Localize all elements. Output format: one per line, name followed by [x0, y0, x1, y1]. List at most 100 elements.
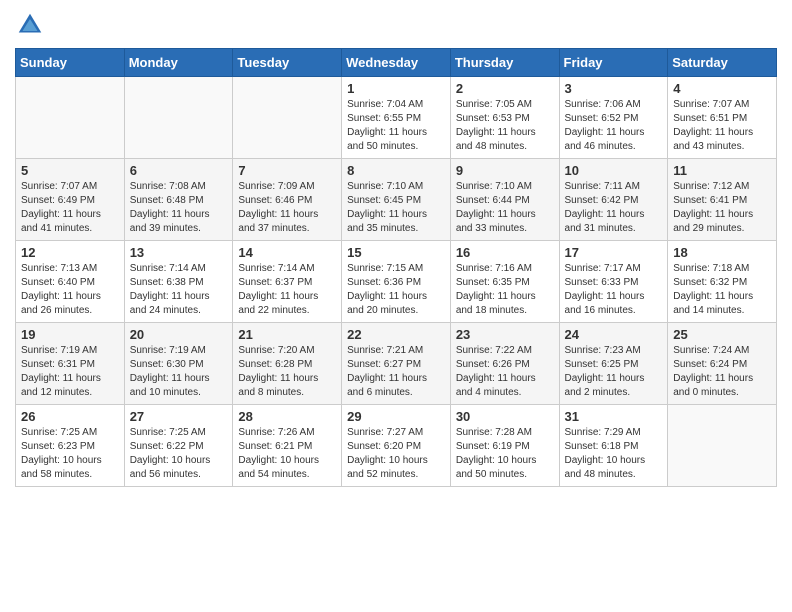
day-info: Sunrise: 7:21 AMSunset: 6:27 PMDaylight:…	[347, 344, 445, 400]
calendar-cell: 26 Sunrise: 7:25 AMSunset: 6:23 PMDayligh…	[16, 405, 125, 487]
calendar-cell: 28 Sunrise: 7:26 AMSunset: 6:21 PMDayligh…	[233, 405, 342, 487]
calendar-cell	[124, 77, 233, 159]
day-number: 21	[238, 327, 336, 342]
day-number: 22	[347, 327, 445, 342]
calendar-cell: 12Sunrise: 7:13 AMSunset: 6:40 PMDayligh…	[16, 241, 125, 323]
day-number: 27	[130, 409, 228, 424]
day-info: Sunrise: 7:08 AMSunset: 6:48 PMDaylight:…	[130, 180, 228, 236]
day-number: 20	[130, 327, 228, 342]
page-header	[15, 10, 777, 40]
day-number: 2	[456, 81, 554, 96]
day-info: Sunrise: 7:09 AMSunset: 6:46 PMDaylight:…	[238, 180, 336, 236]
day-number: 31	[565, 409, 663, 424]
calendar-cell: 21 Sunrise: 7:20 AMSunset: 6:28 PMDayligh…	[233, 323, 342, 405]
calendar-cell: 15 Sunrise: 7:15 AMSunset: 6:36 PMDayligh…	[342, 241, 451, 323]
col-header-wednesday: Wednesday	[342, 49, 451, 77]
calendar-cell	[16, 77, 125, 159]
calendar-cell: 4 Sunrise: 7:07 AMSunset: 6:51 PMDaylight…	[668, 77, 777, 159]
day-number: 28	[238, 409, 336, 424]
day-number: 16	[456, 245, 554, 260]
day-info: Sunrise: 7:29 AMSunset: 6:18 PMDaylight:…	[565, 426, 663, 482]
calendar-cell: 16 Sunrise: 7:16 AMSunset: 6:35 PMDayligh…	[450, 241, 559, 323]
calendar-cell: 20 Sunrise: 7:19 AMSunset: 6:30 PMDayligh…	[124, 323, 233, 405]
calendar-cell: 10 Sunrise: 7:11 AMSunset: 6:42 PMDayligh…	[559, 159, 668, 241]
calendar-cell: 2 Sunrise: 7:05 AMSunset: 6:53 PMDaylight…	[450, 77, 559, 159]
day-number: 11	[673, 163, 771, 178]
col-header-tuesday: Tuesday	[233, 49, 342, 77]
day-number: 18	[673, 245, 771, 260]
calendar-week-1: 1 Sunrise: 7:04 AMSunset: 6:55 PMDaylight…	[16, 77, 777, 159]
calendar-cell: 1 Sunrise: 7:04 AMSunset: 6:55 PMDaylight…	[342, 77, 451, 159]
day-number: 26	[21, 409, 119, 424]
calendar-cell: 24Sunrise: 7:23 AMSunset: 6:25 PMDayligh…	[559, 323, 668, 405]
day-number: 10	[565, 163, 663, 178]
calendar-table: SundayMondayTuesdayWednesdayThursdayFrid…	[15, 48, 777, 487]
day-info: Sunrise: 7:13 AMSunset: 6:40 PMDaylight:…	[21, 262, 119, 318]
day-info: Sunrise: 7:04 AMSunset: 6:55 PMDaylight:…	[347, 98, 445, 154]
day-number: 29	[347, 409, 445, 424]
calendar-cell: 6 Sunrise: 7:08 AMSunset: 6:48 PMDaylight…	[124, 159, 233, 241]
day-number: 23	[456, 327, 554, 342]
day-info: Sunrise: 7:23 AMSunset: 6:25 PMDaylight:…	[565, 344, 663, 400]
calendar-cell: 31 Sunrise: 7:29 AMSunset: 6:18 PMDayligh…	[559, 405, 668, 487]
calendar-cell: 23 Sunrise: 7:22 AMSunset: 6:26 PMDayligh…	[450, 323, 559, 405]
calendar-cell: 14 Sunrise: 7:14 AMSunset: 6:37 PMDayligh…	[233, 241, 342, 323]
calendar-week-2: 5 Sunrise: 7:07 AMSunset: 6:49 PMDaylight…	[16, 159, 777, 241]
day-info: Sunrise: 7:24 AMSunset: 6:24 PMDaylight:…	[673, 344, 771, 400]
day-info: Sunrise: 7:26 AMSunset: 6:21 PMDaylight:…	[238, 426, 336, 482]
day-number: 8	[347, 163, 445, 178]
day-number: 4	[673, 81, 771, 96]
day-number: 14	[238, 245, 336, 260]
calendar-cell: 19 Sunrise: 7:19 AMSunset: 6:31 PMDayligh…	[16, 323, 125, 405]
day-number: 1	[347, 81, 445, 96]
calendar-cell: 8 Sunrise: 7:10 AMSunset: 6:45 PMDaylight…	[342, 159, 451, 241]
calendar-cell: 18Sunrise: 7:18 AMSunset: 6:32 PMDayligh…	[668, 241, 777, 323]
day-number: 6	[130, 163, 228, 178]
day-number: 19	[21, 327, 119, 342]
day-info: Sunrise: 7:20 AMSunset: 6:28 PMDaylight:…	[238, 344, 336, 400]
day-info: Sunrise: 7:22 AMSunset: 6:26 PMDaylight:…	[456, 344, 554, 400]
day-info: Sunrise: 7:19 AMSunset: 6:30 PMDaylight:…	[130, 344, 228, 400]
calendar-cell: 11 Sunrise: 7:12 AMSunset: 6:41 PMDayligh…	[668, 159, 777, 241]
day-info: Sunrise: 7:14 AMSunset: 6:38 PMDaylight:…	[130, 262, 228, 318]
col-header-friday: Friday	[559, 49, 668, 77]
day-number: 9	[456, 163, 554, 178]
day-info: Sunrise: 7:10 AMSunset: 6:45 PMDaylight:…	[347, 180, 445, 236]
day-info: Sunrise: 7:15 AMSunset: 6:36 PMDaylight:…	[347, 262, 445, 318]
day-number: 17	[565, 245, 663, 260]
day-info: Sunrise: 7:14 AMSunset: 6:37 PMDaylight:…	[238, 262, 336, 318]
day-info: Sunrise: 7:19 AMSunset: 6:31 PMDaylight:…	[21, 344, 119, 400]
day-info: Sunrise: 7:12 AMSunset: 6:41 PMDaylight:…	[673, 180, 771, 236]
calendar-cell: 9Sunrise: 7:10 AMSunset: 6:44 PMDaylight…	[450, 159, 559, 241]
day-info: Sunrise: 7:25 AMSunset: 6:22 PMDaylight:…	[130, 426, 228, 482]
calendar-cell: 27 Sunrise: 7:25 AMSunset: 6:22 PMDayligh…	[124, 405, 233, 487]
calendar-week-4: 19 Sunrise: 7:19 AMSunset: 6:31 PMDayligh…	[16, 323, 777, 405]
day-info: Sunrise: 7:16 AMSunset: 6:35 PMDaylight:…	[456, 262, 554, 318]
logo	[15, 10, 49, 40]
calendar-cell	[233, 77, 342, 159]
day-number: 3	[565, 81, 663, 96]
col-header-sunday: Sunday	[16, 49, 125, 77]
day-number: 15	[347, 245, 445, 260]
logo-icon	[15, 10, 45, 40]
day-info: Sunrise: 7:28 AMSunset: 6:19 PMDaylight:…	[456, 426, 554, 482]
day-number: 13	[130, 245, 228, 260]
col-header-monday: Monday	[124, 49, 233, 77]
col-header-thursday: Thursday	[450, 49, 559, 77]
day-number: 7	[238, 163, 336, 178]
day-info: Sunrise: 7:05 AMSunset: 6:53 PMDaylight:…	[456, 98, 554, 154]
calendar-cell	[668, 405, 777, 487]
day-info: Sunrise: 7:07 AMSunset: 6:51 PMDaylight:…	[673, 98, 771, 154]
day-info: Sunrise: 7:17 AMSunset: 6:33 PMDaylight:…	[565, 262, 663, 318]
calendar-cell: 22 Sunrise: 7:21 AMSunset: 6:27 PMDayligh…	[342, 323, 451, 405]
day-number: 30	[456, 409, 554, 424]
day-info: Sunrise: 7:11 AMSunset: 6:42 PMDaylight:…	[565, 180, 663, 236]
calendar-cell: 7 Sunrise: 7:09 AMSunset: 6:46 PMDaylight…	[233, 159, 342, 241]
calendar-cell: 17 Sunrise: 7:17 AMSunset: 6:33 PMDayligh…	[559, 241, 668, 323]
calendar-week-5: 26 Sunrise: 7:25 AMSunset: 6:23 PMDayligh…	[16, 405, 777, 487]
day-info: Sunrise: 7:07 AMSunset: 6:49 PMDaylight:…	[21, 180, 119, 236]
day-info: Sunrise: 7:25 AMSunset: 6:23 PMDaylight:…	[21, 426, 119, 482]
day-number: 5	[21, 163, 119, 178]
calendar-cell: 13 Sunrise: 7:14 AMSunset: 6:38 PMDayligh…	[124, 241, 233, 323]
col-header-saturday: Saturday	[668, 49, 777, 77]
